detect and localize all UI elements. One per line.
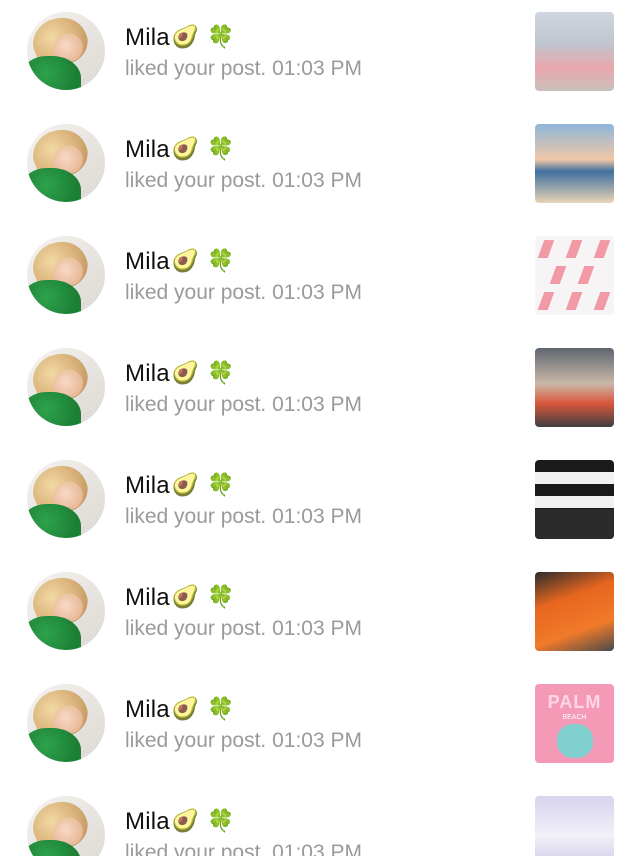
timestamp: 01:03 PM <box>272 281 362 304</box>
post-thumbnail[interactable] <box>535 236 614 315</box>
name-line: Mila 🥑 🍀 <box>125 806 235 838</box>
clover-icon: 🍀 <box>207 137 235 162</box>
lightning-bolt-icon <box>593 292 611 310</box>
avatar[interactable] <box>27 572 105 650</box>
notification-row[interactable]: Mila 🥑 🍀 liked your post. 01:03 PM <box>0 784 640 856</box>
post-thumbnail[interactable] <box>535 348 614 427</box>
user-name[interactable]: Mila <box>125 696 170 724</box>
lightning-bolt-icon <box>565 292 583 310</box>
clover-icon: 🍀 <box>207 473 235 498</box>
notification-row[interactable]: Mila 🥑 🍀 liked your post. 01:03 PM <box>0 336 640 448</box>
timestamp: 01:03 PM <box>272 393 362 416</box>
name-line: Mila 🥑 🍀 <box>125 694 235 726</box>
notification-text: liked your post. 01:03 PM <box>125 57 362 81</box>
clover-icon: 🍀 <box>207 697 235 722</box>
notification-text: liked your post. 01:03 PM <box>125 505 362 529</box>
avocado-icon: 🥑 <box>171 585 200 610</box>
name-line: Mila 🥑 🍀 <box>125 582 235 614</box>
thumbnail-subtitle: BEACH <box>562 714 587 721</box>
post-thumbnail[interactable]: PALM BEACH <box>535 684 614 763</box>
action-text: liked your post. <box>125 393 267 416</box>
timestamp: 01:03 PM <box>272 729 362 752</box>
avocado-icon: 🥑 <box>171 697 200 722</box>
timestamp: 01:03 PM <box>272 57 362 80</box>
avocado-icon: 🥑 <box>171 809 200 834</box>
action-text: liked your post. <box>125 841 267 856</box>
lightning-bolt-icon <box>549 266 567 284</box>
timestamp: 01:03 PM <box>272 617 362 640</box>
avatar[interactable] <box>27 348 105 426</box>
avatar[interactable] <box>27 460 105 538</box>
post-thumbnail[interactable] <box>535 124 614 203</box>
lightning-bolt-icon <box>577 266 595 284</box>
user-name[interactable]: Mila <box>125 360 170 388</box>
name-line: Mila 🥑 🍀 <box>125 22 235 54</box>
action-text: liked your post. <box>125 57 267 80</box>
timestamp: 01:03 PM <box>272 841 362 856</box>
clover-icon: 🍀 <box>207 809 235 834</box>
timestamp: 01:03 PM <box>272 169 362 192</box>
notification-row[interactable]: Mila 🥑 🍀 liked your post. 01:03 PM <box>0 0 640 112</box>
notification-text: liked your post. 01:03 PM <box>125 393 362 417</box>
avocado-icon: 🥑 <box>171 361 200 386</box>
action-text: liked your post. <box>125 281 267 304</box>
notification-text: liked your post. 01:03 PM <box>125 729 362 753</box>
notification-row[interactable]: Mila 🥑 🍀 liked your post. 01:03 PM <box>0 448 640 560</box>
avatar[interactable] <box>27 684 105 762</box>
notification-text: liked your post. 01:03 PM <box>125 281 362 305</box>
flower-icon <box>557 724 593 758</box>
post-thumbnail[interactable] <box>535 572 614 651</box>
name-line: Mila 🥑 🍀 <box>125 358 235 390</box>
avocado-icon: 🥑 <box>171 137 200 162</box>
user-name[interactable]: Mila <box>125 24 170 52</box>
name-line: Mila 🥑 🍀 <box>125 134 235 166</box>
clover-icon: 🍀 <box>207 361 235 386</box>
user-name[interactable]: Mila <box>125 584 170 612</box>
clover-icon: 🍀 <box>207 249 235 274</box>
lightning-bolt-icon <box>537 240 555 258</box>
notification-text: liked your post. 01:03 PM <box>125 617 362 641</box>
clover-icon: 🍀 <box>207 585 235 610</box>
clover-icon: 🍀 <box>207 25 235 50</box>
post-thumbnail[interactable] <box>535 796 614 856</box>
lightning-bolt-icon <box>537 292 555 310</box>
post-thumbnail[interactable] <box>535 460 614 539</box>
avocado-icon: 🥑 <box>171 25 200 50</box>
user-name[interactable]: Mila <box>125 136 170 164</box>
user-name[interactable]: Mila <box>125 808 170 836</box>
notification-row[interactable]: Mila 🥑 🍀 liked your post. 01:03 PM PALM … <box>0 672 640 784</box>
notification-text: liked your post. 01:03 PM <box>125 169 362 193</box>
bag-base <box>535 509 614 539</box>
notification-text: liked your post. 01:03 PM <box>125 841 362 856</box>
avatar[interactable] <box>27 12 105 90</box>
name-line: Mila 🥑 🍀 <box>125 470 235 502</box>
post-thumbnail[interactable] <box>535 12 614 91</box>
action-text: liked your post. <box>125 169 267 192</box>
action-text: liked your post. <box>125 729 267 752</box>
avatar[interactable] <box>27 796 105 856</box>
lightning-bolt-icon <box>565 240 583 258</box>
avocado-icon: 🥑 <box>171 473 200 498</box>
notification-row[interactable]: Mila 🥑 🍀 liked your post. 01:03 PM <box>0 224 640 336</box>
lightning-bolt-icon <box>593 240 611 258</box>
user-name[interactable]: Mila <box>125 472 170 500</box>
thumbnail-title: PALM <box>547 692 602 712</box>
avocado-icon: 🥑 <box>171 249 200 274</box>
notification-list: Mila 🥑 🍀 liked your post. 01:03 PM Mila … <box>0 0 640 856</box>
avatar[interactable] <box>27 236 105 314</box>
action-text: liked your post. <box>125 617 267 640</box>
user-name[interactable]: Mila <box>125 248 170 276</box>
avatar[interactable] <box>27 124 105 202</box>
timestamp: 01:03 PM <box>272 505 362 528</box>
notification-row[interactable]: Mila 🥑 🍀 liked your post. 01:03 PM <box>0 560 640 672</box>
action-text: liked your post. <box>125 505 267 528</box>
name-line: Mila 🥑 🍀 <box>125 246 235 278</box>
notification-row[interactable]: Mila 🥑 🍀 liked your post. 01:03 PM <box>0 112 640 224</box>
